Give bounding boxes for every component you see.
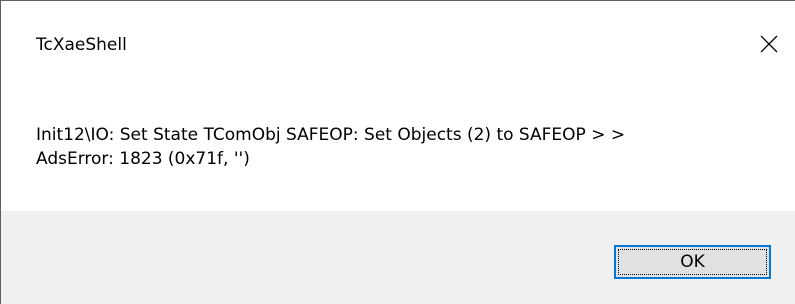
message-area: Init12\IO: Set State TComObj SAFEOP: Set… <box>1 81 795 211</box>
close-icon <box>760 35 777 52</box>
button-bar: OK <box>1 211 795 304</box>
error-message: Init12\IO: Set State TComObj SAFEOP: Set… <box>36 123 776 171</box>
message-line-1: Init12\IO: Set State TComObj SAFEOP: Set… <box>36 125 626 145</box>
message-box-dialog: TcXaeShell Init12\IO: Set State TComObj … <box>0 0 795 304</box>
message-line-2: AdsError: 1823 (0x71f, '') <box>36 149 250 169</box>
ok-button[interactable]: OK <box>614 245 771 279</box>
window-title: TcXaeShell <box>36 35 127 55</box>
title-bar: TcXaeShell <box>1 1 795 81</box>
close-button[interactable] <box>746 21 791 66</box>
ok-button-label: OK <box>680 252 705 272</box>
